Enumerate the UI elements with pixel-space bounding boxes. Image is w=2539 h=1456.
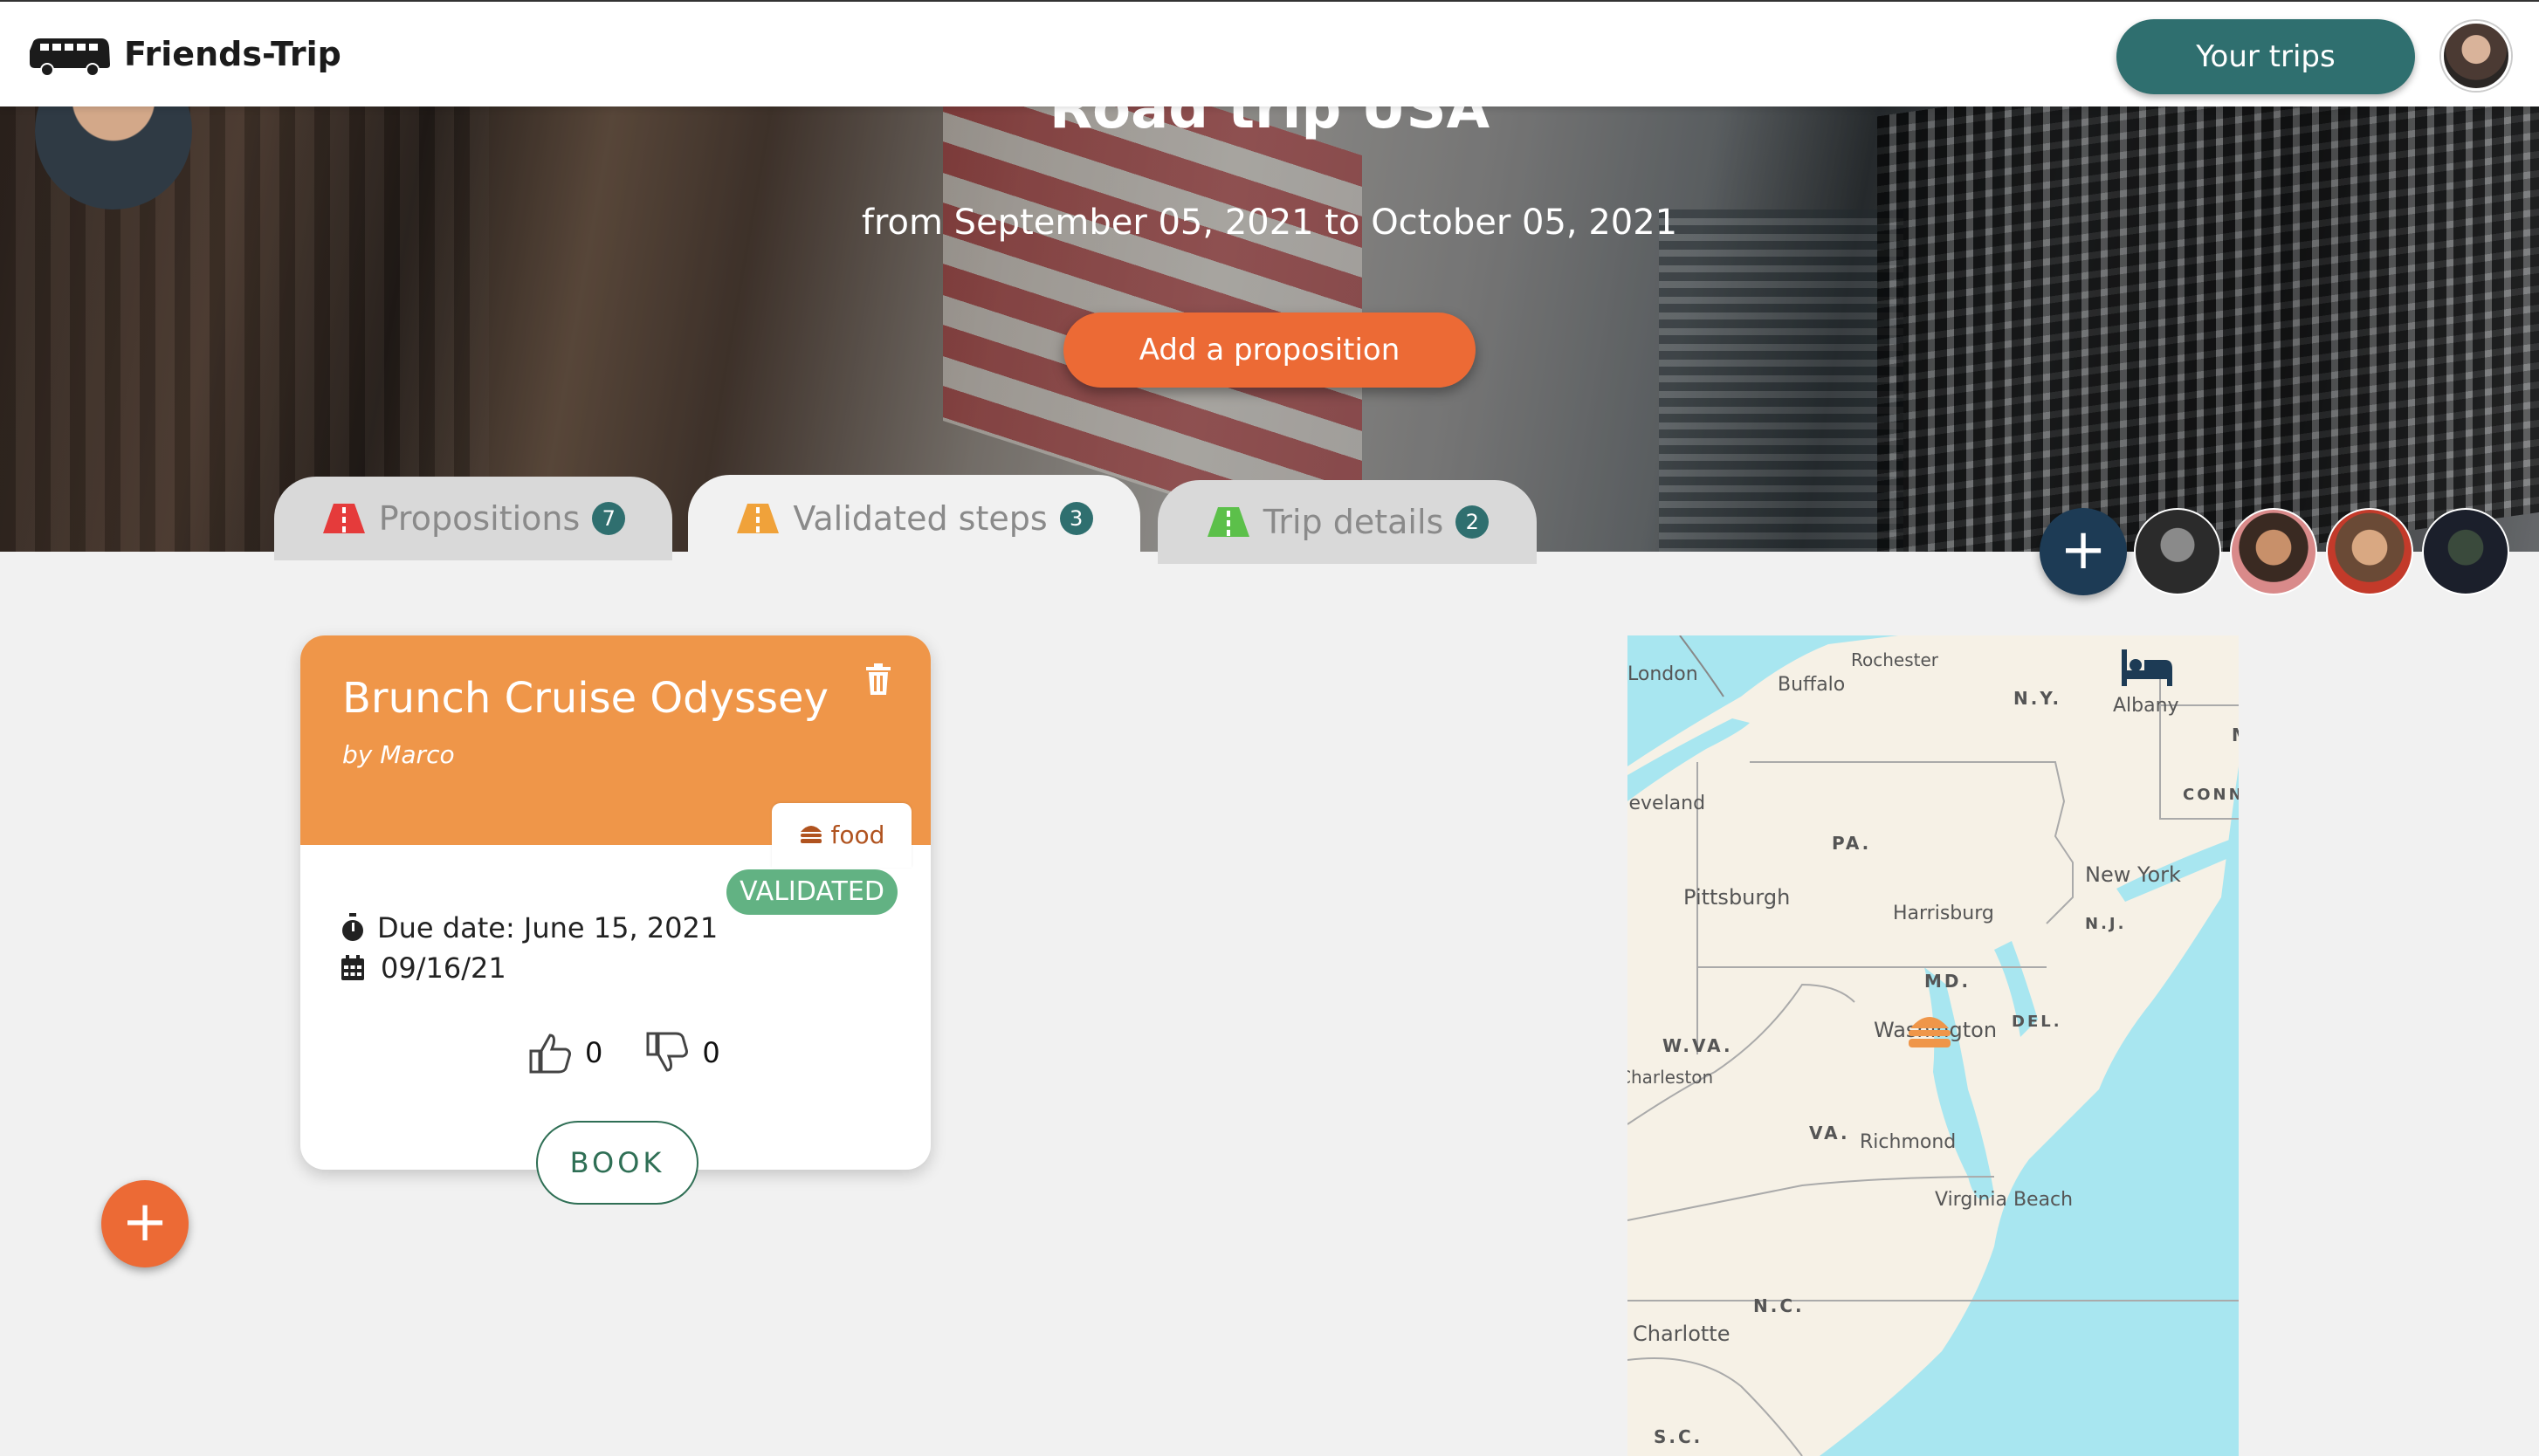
map-state: M [2232, 725, 2239, 745]
vote-row: 0 0 [527, 1030, 720, 1075]
category-tag: food [772, 803, 912, 868]
burger-pin-icon[interactable] [1907, 1011, 1952, 1051]
map-label: Richmond [1860, 1131, 1957, 1153]
stopwatch-icon [342, 913, 363, 941]
map-state: N.J. [2085, 915, 2127, 933]
card-author: by Marco [342, 740, 455, 769]
tab-count-badge: 7 [592, 502, 626, 535]
tab-trip-details[interactable]: Trip details 2 [1158, 480, 1537, 564]
member-avatar[interactable] [2230, 508, 2317, 595]
like-count: 0 [585, 1036, 603, 1069]
road-orange-icon [737, 504, 780, 533]
proposal-date: 09/16/21 [381, 951, 506, 985]
map-state: MD. [1924, 971, 1971, 992]
member-avatar[interactable] [2326, 508, 2413, 595]
dislike-count: 0 [702, 1036, 720, 1069]
status-badge: VALIDATED [726, 869, 898, 915]
van-logo-icon[interactable] [28, 35, 112, 77]
trip-dates: from September 05, 2021 to October 05, 2… [861, 203, 1678, 243]
map-state: N.C. [1753, 1295, 1805, 1316]
bed-icon[interactable] [2120, 648, 2174, 688]
trash-icon[interactable] [864, 663, 892, 695]
map-state: VA. [1809, 1123, 1850, 1144]
map-label: Virginia Beach [1935, 1189, 2074, 1211]
map-label: Cleveland [1627, 793, 1706, 814]
map-label: New York [2085, 862, 2181, 887]
map-label: Charlotte [1633, 1322, 1731, 1346]
due-date-row: Due date: June 15, 2021 [341, 911, 718, 944]
thumbs-up-icon[interactable] [527, 1030, 573, 1075]
tab-label: Validated steps [793, 499, 1048, 538]
category-label: food [830, 821, 885, 849]
tab-count-badge: 3 [1059, 502, 1093, 535]
map-label: Albany [2113, 695, 2179, 717]
map-state: CONN [2183, 786, 2239, 804]
map-label: Charleston [1627, 1067, 1714, 1088]
tab-label: Propositions [378, 499, 581, 538]
map-label: Rochester [1851, 649, 1938, 670]
tab-propositions[interactable]: Propositions 7 [274, 477, 672, 560]
road-green-icon [1207, 507, 1249, 537]
map-state: N.Y. [2013, 688, 2062, 709]
tab-count-badge: 2 [1455, 505, 1490, 539]
book-button[interactable]: BOOK [536, 1121, 698, 1205]
map-state: S.C. [1654, 1426, 1703, 1447]
burger-icon [799, 804, 823, 869]
road-red-icon [322, 504, 365, 533]
map-state: DEL. [2012, 1013, 2062, 1031]
map-state: W.VA. [1662, 1035, 1733, 1056]
tab-validated-steps[interactable]: Validated steps 3 [688, 475, 1140, 562]
calendar-icon [341, 955, 364, 980]
due-date: Due date: June 15, 2021 [377, 911, 719, 944]
top-header: Friends-Trip Your trips [0, 0, 2539, 106]
add-step-fab[interactable]: + [101, 1180, 189, 1267]
map-label: London [1627, 663, 1698, 685]
card-title: Brunch Cruise Odyssey [342, 674, 829, 723]
map-label: Pittsburgh [1683, 885, 1791, 910]
map-state: PA. [1832, 833, 1872, 854]
member-avatar[interactable] [2134, 508, 2221, 595]
trip-map[interactable]: London Buffalo Rochester Albany Clevelan… [1627, 635, 2239, 1456]
brand-name[interactable]: Friends-Trip [124, 35, 341, 73]
map-label: Harrisburg [1893, 903, 1994, 924]
proposition-card[interactable]: Brunch Cruise Odyssey by Marco food VALI… [300, 635, 931, 1205]
map-label: Buffalo [1778, 674, 1846, 696]
date-row: 09/16/21 [341, 951, 506, 985]
tab-label: Trip details [1263, 503, 1444, 541]
add-member-button[interactable]: + [2040, 508, 2127, 595]
user-avatar[interactable] [2441, 21, 2511, 91]
thumbs-down-icon[interactable] [644, 1030, 690, 1075]
your-trips-button[interactable]: Your trips [2116, 19, 2415, 94]
member-avatar[interactable] [2422, 508, 2509, 595]
add-proposition-button[interactable]: Add a proposition [1063, 312, 1476, 388]
